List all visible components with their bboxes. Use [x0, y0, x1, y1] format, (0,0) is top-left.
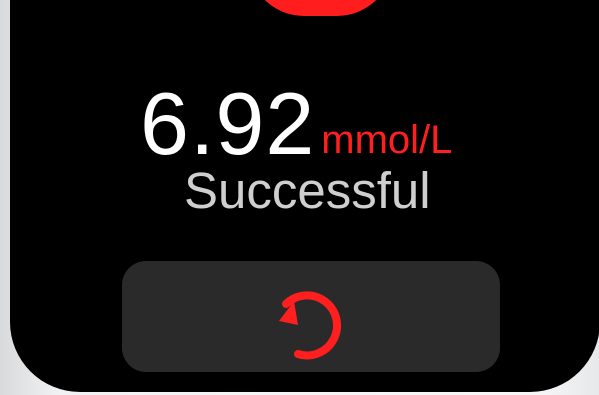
- top-indicator: [248, 0, 393, 16]
- glucose-reading: 6.92 mmol/L: [140, 58, 452, 168]
- refresh-icon: [266, 276, 356, 366]
- watch-screen: 6.92 mmol/L Successful: [10, 0, 599, 392]
- reading-value: 6.92: [140, 74, 316, 173]
- reading-unit: mmol/L: [321, 118, 453, 162]
- retry-button[interactable]: [122, 261, 500, 372]
- status-text: Successful: [184, 162, 431, 219]
